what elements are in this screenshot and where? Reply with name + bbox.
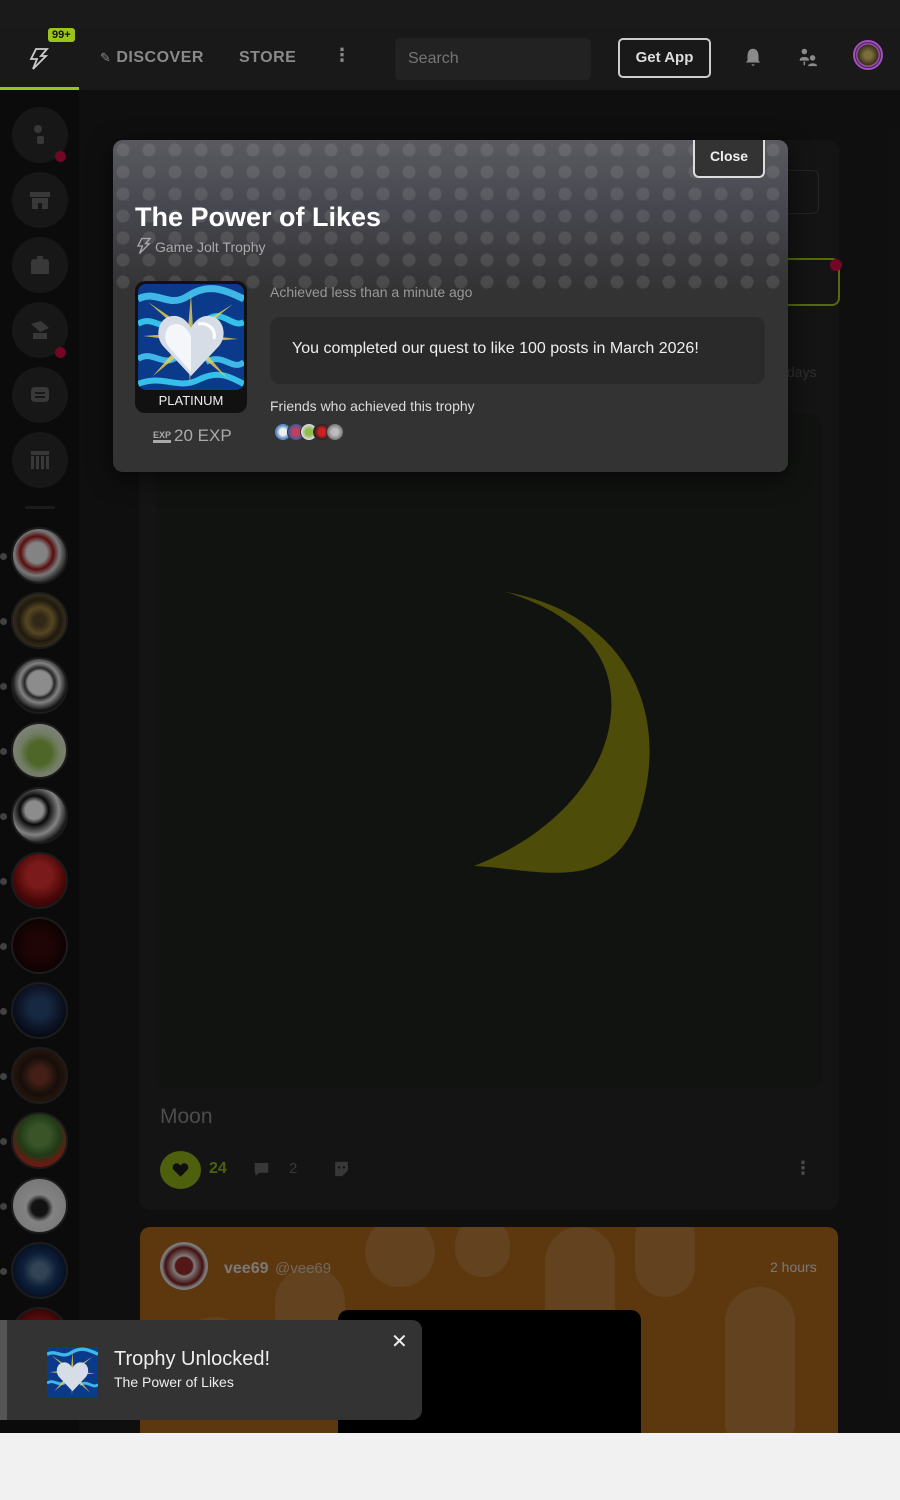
home-logo-button[interactable]: 99+ <box>0 27 79 90</box>
friends-label: Friends who achieved this trophy <box>270 398 475 414</box>
bell-icon[interactable] <box>742 45 764 69</box>
more-menu-button[interactable]: ⋮ <box>333 45 351 66</box>
bottom-bar <box>0 1433 900 1500</box>
heart-trophy-art <box>47 1347 98 1398</box>
trophy-title: The Power of Likes <box>135 202 382 232</box>
top-navbar: 99+ ✎ DISCOVER STORE ⋮ Get App <box>0 27 900 90</box>
trophy-tier-label: PLATINUM <box>158 393 224 408</box>
get-app-button[interactable]: Get App <box>618 38 711 78</box>
nav-discover-label: DISCOVER <box>116 49 204 66</box>
status-strip <box>0 0 900 27</box>
friend-avatar[interactable] <box>326 423 344 441</box>
achieved-time: Achieved less than a minute ago <box>270 284 473 300</box>
gamejolt-bolt-icon <box>136 237 152 254</box>
close-button[interactable]: Close <box>693 140 765 178</box>
trophy-description-box: You completed our quest to like 100 post… <box>270 317 765 384</box>
nav-store[interactable]: STORE <box>239 49 296 67</box>
trophy-exp-value: 20 EXP <box>174 426 232 445</box>
trophy-type: Game Jolt Trophy <box>135 237 266 255</box>
trophy-modal: Close The Power of Likes Game Jolt Troph… <box>113 140 788 472</box>
toast-subtitle: The Power of Likes <box>114 1374 234 1390</box>
gamejolt-bolt-icon <box>29 48 49 70</box>
friends-icon[interactable] <box>797 45 819 69</box>
trophy-image <box>138 284 244 390</box>
toast-trophy-image <box>47 1347 98 1398</box>
trophy-thumbnail: PLATINUM <box>135 281 247 413</box>
nav-discover[interactable]: ✎ DISCOVER <box>100 49 204 67</box>
heart-trophy-art <box>138 284 244 390</box>
compass-icon: ✎ <box>100 50 112 65</box>
exp-icon: EXP <box>153 430 172 443</box>
toast-title: Trophy Unlocked! <box>114 1348 270 1370</box>
toast-close-button[interactable]: ✕ <box>391 1329 408 1354</box>
notification-count-badge: 99+ <box>48 28 75 42</box>
trophy-toast[interactable]: Trophy Unlocked! The Power of Likes ✕ <box>0 1320 422 1420</box>
trophy-description: You completed our quest to like 100 post… <box>292 340 699 357</box>
user-avatar[interactable] <box>853 40 883 70</box>
search-input[interactable] <box>395 38 591 80</box>
trophy-exp: EXP 20 EXP <box>153 426 232 446</box>
trophy-type-label: Game Jolt Trophy <box>155 239 266 255</box>
